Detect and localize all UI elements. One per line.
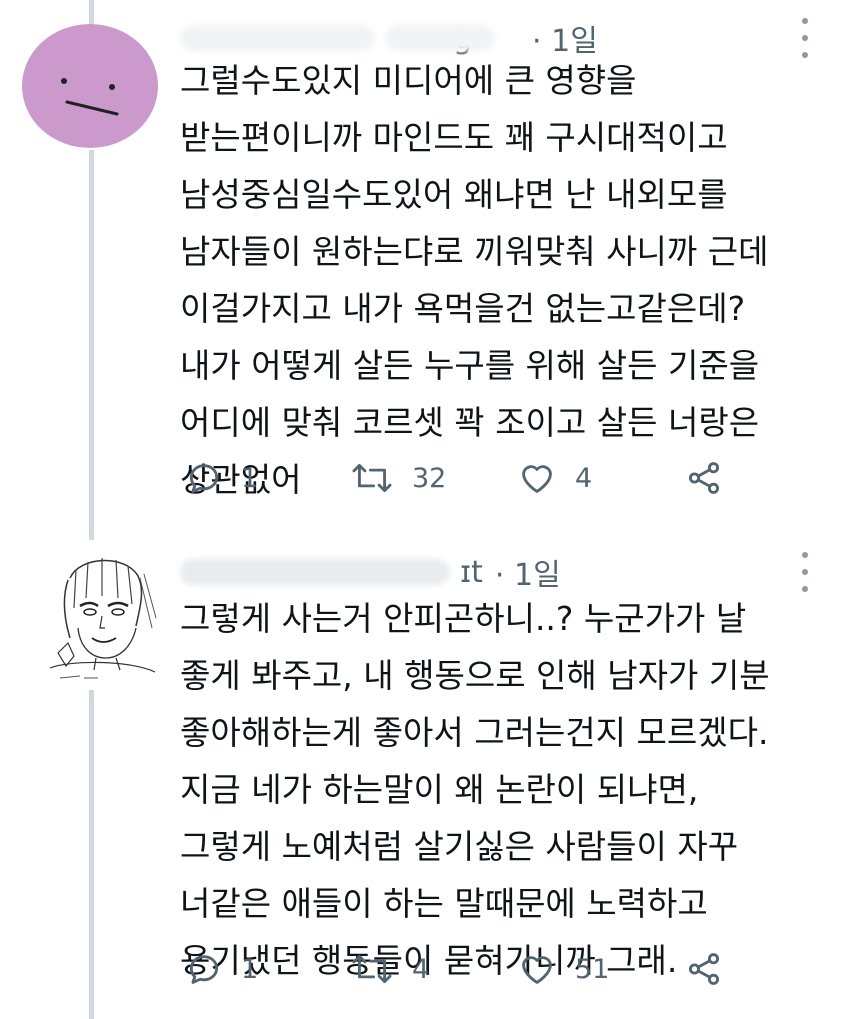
tweet-line: 남성중심일수도있어 왜냐면 난 내외모를 xyxy=(180,175,728,214)
reply-icon xyxy=(185,459,223,497)
handle-blur xyxy=(385,25,495,51)
like-count: 4 xyxy=(575,462,593,494)
retweet-icon xyxy=(350,459,394,497)
handle[interactable]: ɪt xyxy=(460,555,483,590)
avatar[interactable] xyxy=(17,24,163,148)
reply-icon xyxy=(185,950,223,988)
retweet-count: 32 xyxy=(412,462,447,494)
tweet-text: 그럴수도있지 미디어에 큰 영향을 받는편이니까 마인드도 꽤 구시대적이고 남… xyxy=(180,52,830,508)
like-icon xyxy=(517,950,557,988)
tweet-actions: 1 32 4 xyxy=(180,455,740,501)
reply-count: 1 xyxy=(241,953,259,985)
tweet-line: 그렇게 노예처럼 살기싫은 사람들이 자꾸 xyxy=(180,827,739,866)
tweet-header: ɪt · 1일 xyxy=(180,550,561,594)
tweet-line: 좋게 봐주고, 내 행동으로 인해 남자가 기분 xyxy=(180,656,770,695)
retweet-count: 4 xyxy=(412,953,430,985)
tweet-text: 그렇게 사는거 안피곤하니..? 누군가가 날 좋게 봐주고, 내 행동으로 인… xyxy=(180,590,830,989)
retweet-button[interactable]: 4 xyxy=(350,946,429,992)
reply-count: 1 xyxy=(241,462,259,494)
tweet-line: 어디에 맞춰 코르셋 꽉 조이고 살든 너랑은 xyxy=(180,403,760,442)
like-button[interactable]: 51 xyxy=(517,946,609,992)
tweet-line: 지금 네가 하는말이 왜 논란이 되냐면, xyxy=(180,770,699,809)
timestamp[interactable]: · 1일 xyxy=(495,550,561,594)
share-button[interactable] xyxy=(685,946,723,992)
more-icon[interactable] xyxy=(800,552,810,592)
retweet-button[interactable]: 32 xyxy=(350,455,446,501)
tweet-actions: 1 4 51 xyxy=(180,946,740,992)
tweet-line: 좋아해하는게 좋아서 그러는건지 모르겠다. xyxy=(180,713,769,752)
reply-button[interactable]: 1 xyxy=(185,946,258,992)
tweet-line: 그렇게 사는거 안피곤하니..? 누군가가 날 xyxy=(180,599,747,638)
tweet: g · 1일 그럴수도있지 미디어에 큰 영향을 받는편이니까 마인드도 꽤 구… xyxy=(0,0,850,520)
tweet-line: 내가 어떻게 살든 누구를 위해 살든 기준을 xyxy=(180,346,760,385)
share-icon xyxy=(685,950,723,988)
display-name[interactable] xyxy=(180,25,375,51)
like-button[interactable]: 4 xyxy=(517,455,592,501)
retweet-icon xyxy=(350,950,394,988)
tweet-line: 너같은 애들이 하는 말때문에 노력하고 xyxy=(180,884,708,923)
tweet-line: 받는편이니까 마인드도 꽤 구시대적이고 xyxy=(180,118,728,157)
display-name[interactable] xyxy=(180,559,450,585)
share-button[interactable] xyxy=(685,455,723,501)
tweet-line: 남자들이 원하는댜로 끼워맞춰 사니까 근데 xyxy=(180,232,769,271)
tweet-line: 그럴수도있지 미디어에 큰 영향을 xyxy=(180,61,637,100)
tweet-line: 이걸가지고 내가 욕먹을건 없는고같은데? xyxy=(180,289,746,328)
reply-button[interactable]: 1 xyxy=(185,455,258,501)
like-count: 51 xyxy=(575,953,610,985)
avatar[interactable] xyxy=(40,548,160,688)
share-icon xyxy=(685,459,723,497)
like-icon xyxy=(517,459,557,497)
tweet: ɪt · 1일 그렇게 사는거 안피곤하니..? 누군가가 날 좋게 봐주고, … xyxy=(0,540,850,1019)
